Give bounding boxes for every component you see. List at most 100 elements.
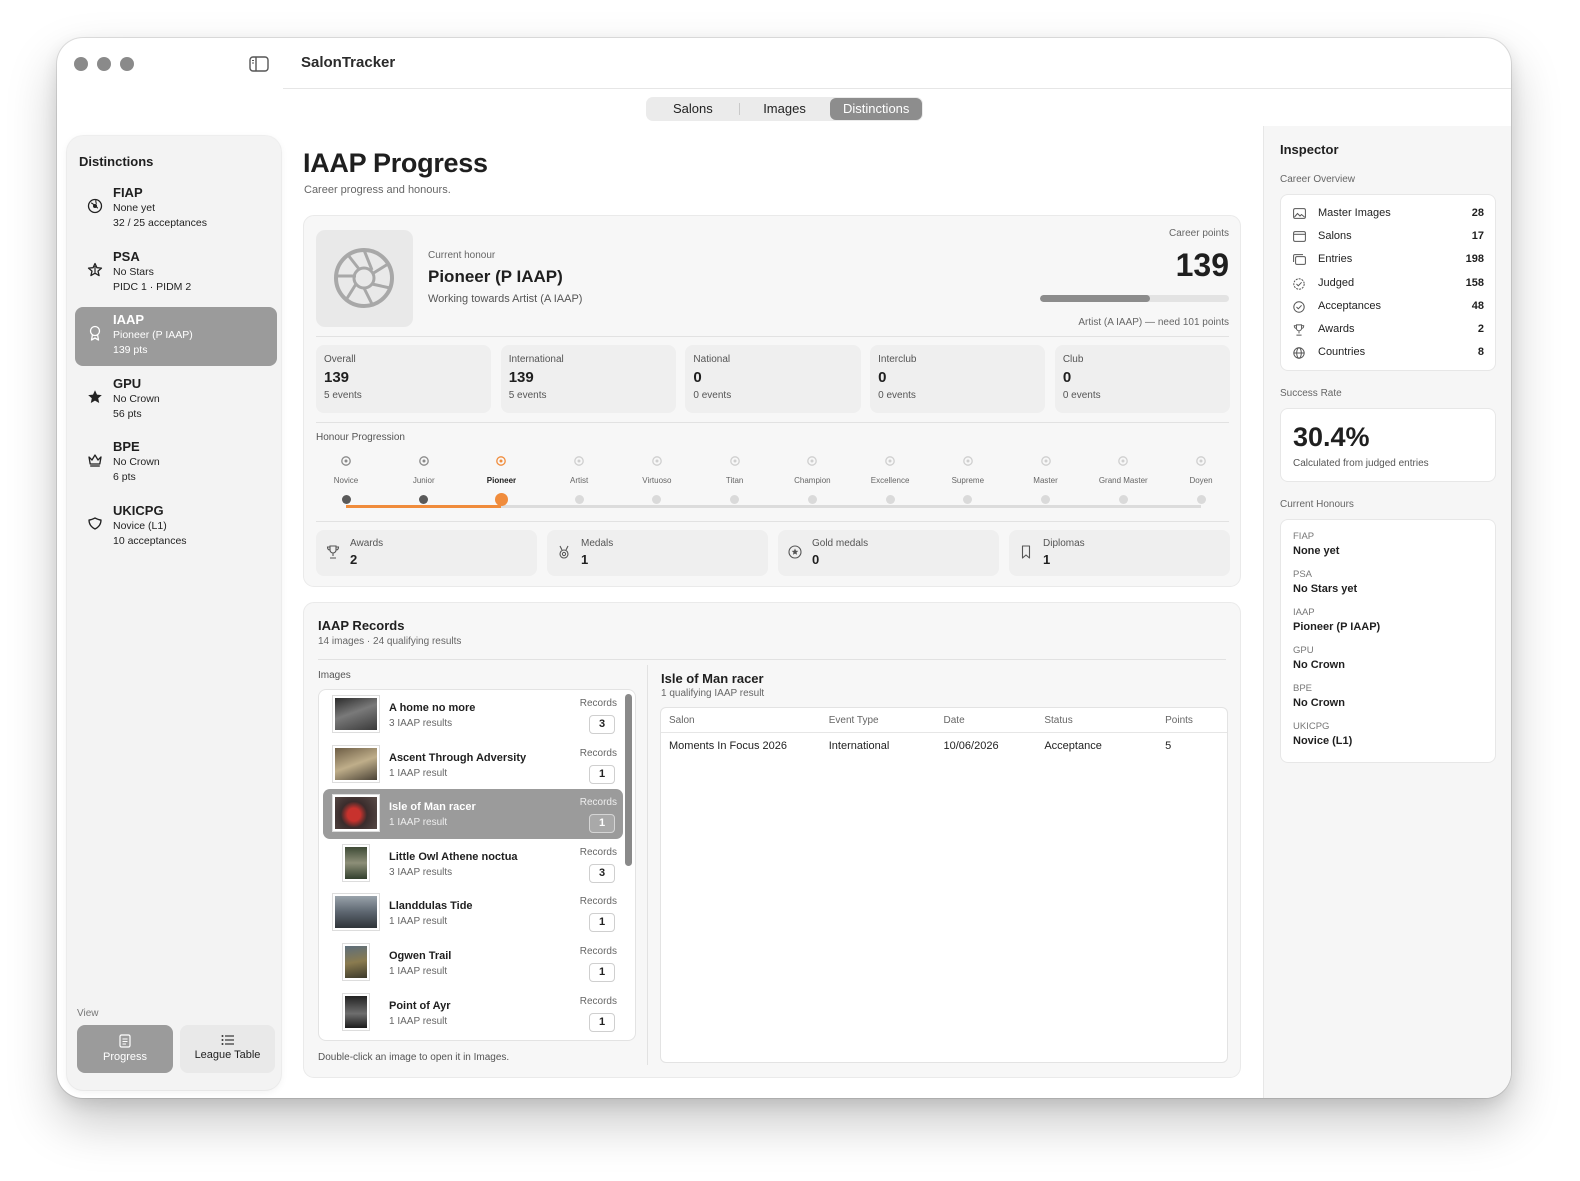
list-item[interactable]: Isle of Man racer 1 IAAP result Records … [323,789,623,839]
progression-step-marker [341,495,351,504]
cell-date: 10/06/2026 [943,739,999,752]
overview-row-awards: Awards 2 [1281,318,1495,341]
list-item[interactable]: Point of Ayr 1 IAAP result Records 1 [323,988,623,1038]
sidebar-item-status: None yet [113,202,156,214]
table-row[interactable]: Moments In Focus 2026 International 10/0… [661,733,1227,758]
tab-salons[interactable]: Salons [647,98,739,120]
sidebar-item-name: FIAP [113,185,143,200]
image-thumbnail [333,894,379,931]
close-window-button[interactable] [74,57,88,71]
image-list[interactable]: A home no more 3 IAAP results Records 3 … [318,689,636,1041]
list-item[interactable]: Llanddulas Tide 1 IAAP result Records 1 [323,888,623,938]
divider [318,659,1226,660]
progression-step-label: Titan [725,476,744,485]
league-table-view-button[interactable]: League Table [180,1025,275,1073]
overview-row-master-images: Master Images 28 [1281,202,1495,225]
list-item[interactable]: Ascent Through Adversity 1 IAAP result R… [323,740,623,790]
honour-level-icon [394,454,454,472]
tab-distinctions[interactable]: Distinctions [830,98,923,120]
overview-value: 28 [1471,207,1484,219]
cell-status: Acceptance [1044,739,1102,752]
honour-org: GPU [1293,645,1314,656]
divider [647,665,648,1065]
progress-view-button[interactable]: Progress [77,1025,173,1073]
records-label: Records [579,945,617,957]
honour-value: None yet [1293,545,1340,557]
honour-org: BPE [1293,683,1313,694]
success-rate-subtitle: Calculated from judged entries [1293,458,1429,469]
section-tabs: Salons Images Distinctions [646,97,923,121]
crown-icon [88,454,102,467]
sidebar-item-ukicpg[interactable]: UKICPG Novice (L1) 10 acceptances [75,498,277,557]
overview-value: 158 [1465,276,1484,289]
level-stats: Overall 139 5 events International 139 5… [316,345,1231,413]
progression-step-master: Master [1016,454,1076,504]
image-title: Point of Ayr [389,999,451,1012]
award-name: Awards [350,538,384,549]
tab-images[interactable]: Images [738,98,831,120]
sidebar-item-iaap[interactable]: IAAP Pioneer (P IAAP) 139 pts [75,307,277,366]
success-rate-box: 30.4% Calculated from judged entries [1280,408,1496,482]
overview-value: 198 [1465,253,1484,266]
image-list-hint: Double-click an image to open it in Imag… [318,1052,510,1063]
sidebar-item-status: Pioneer (P IAAP) [113,329,193,341]
current-honour-label: Current honour [428,250,496,261]
level-events: 0 events [693,390,732,401]
overview-label: Master Images [1318,207,1391,219]
sidebar-item-bpe[interactable]: BPE No Crown 6 pts [75,434,277,493]
progression-step-marker [963,495,973,504]
column-header-date[interactable]: Date [936,715,1037,726]
list-item[interactable]: A home no more 3 IAAP results Records 3 [323,690,623,740]
honour-value: Novice (L1) [1293,735,1353,747]
overview-label: Salons [1318,230,1352,243]
sidebar-item-name: IAAP [113,312,145,327]
sidebar-item-psa[interactable]: PSA No Stars PIDC 1 · PIDM 2 [75,244,277,303]
zoom-window-button[interactable] [120,57,134,71]
photos-stack-icon [1293,254,1306,266]
minimize-window-button[interactable] [97,57,111,71]
working-towards: Working towards Artist (A IAAP) [428,293,583,305]
sidebar-item-fiap[interactable]: FIAP None yet 32 / 25 acceptances [75,180,277,239]
selected-image-subtitle: 1 qualifying IAAP result [661,688,765,699]
overview-row-salons: Salons 17 [1281,225,1495,248]
sidebar-item-gpu[interactable]: GPU No Crown 56 pts [75,371,277,430]
progression-step-label: Doyen [1189,476,1213,485]
titlebar-divider [283,88,1511,89]
overview-row-acceptances: Acceptances 48 [1281,295,1495,318]
league-table-view-label: League Table [194,1049,261,1061]
award-value: 1 [581,552,589,567]
sidebar-title: Distinctions [79,154,154,169]
image-title: Ogwen Trail [389,949,452,962]
image-title: A home no more [389,702,476,714]
star-filled-icon [88,389,102,403]
award-tile-gold-medals: Gold medals 0 [778,530,999,576]
success-rate-value: 30.4% [1293,422,1370,452]
column-header-status[interactable]: Status [1036,715,1157,726]
cell-points: 5 [1165,739,1172,752]
progression-step-label: Excellence [870,476,910,485]
column-header-salon[interactable]: Salon [661,715,821,726]
level-value: 0 [878,369,887,386]
progression-step-titan: Titan [705,454,765,504]
overview-value: 17 [1471,230,1484,243]
image-list-scrollbar[interactable] [625,694,632,866]
sidebar-item-name: GPU [113,375,142,391]
level-events: 5 events [324,390,362,401]
column-header-event-type[interactable]: Event Type [821,715,936,726]
sidebar-item-detail: 32 / 25 acceptances [113,217,207,229]
honour-level-icon [938,454,998,472]
view-label: View [77,1008,99,1019]
honour-item-fiap: FIAP None yet [1281,529,1495,567]
career-points-label: Career points [1168,228,1229,239]
list-item[interactable]: Little Owl Athene noctua 3 IAAP results … [323,839,623,889]
column-header-points[interactable]: Points [1157,715,1227,726]
divider [316,521,1229,522]
honour-progression-label: Honour Progression [316,432,405,443]
honour-level-icon [316,454,376,472]
honour-level-icon [471,454,531,472]
overview-value: 48 [1471,299,1484,312]
honour-level-icon [1016,454,1076,472]
list-item[interactable]: Ogwen Trail 1 IAAP result Records 1 [323,938,623,988]
career-overview-box: Master Images 28 Salons 17 Entries 198 J… [1280,194,1496,371]
sidebar-toggle-icon[interactable] [249,56,269,72]
